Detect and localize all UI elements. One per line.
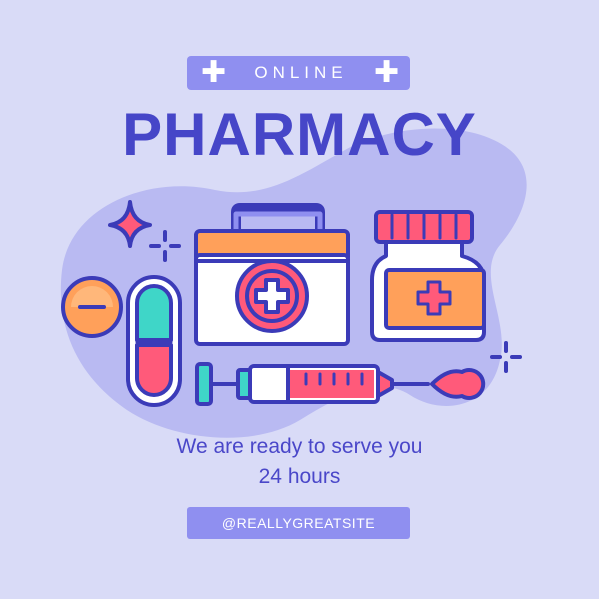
medicine-bottle-icon [370,210,486,342]
capsule-icon [126,275,182,407]
crosshair-plus-icon [490,341,522,373]
pill-tablet-icon [61,276,123,338]
syringe-icon [195,362,430,406]
blood-drop-icon [430,368,486,400]
tagline-line-1: We are ready to serve you [176,435,423,458]
tagline-line-2: 24 hours [258,465,341,488]
first-aid-kit-icon [194,203,350,346]
website-link[interactable]: @REALLYGREATSITE [187,507,410,539]
sparkle-icon [108,200,152,248]
crosshair-plus-icon [149,230,181,262]
